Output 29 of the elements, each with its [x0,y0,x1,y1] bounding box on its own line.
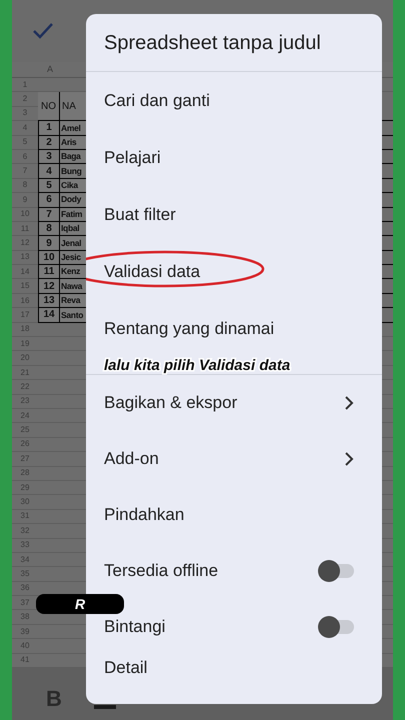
table-cell: 13 [38,294,60,308]
redaction-letter: R [74,594,86,614]
table-cell: 5 [38,178,60,192]
menu-item[interactable]: Bagikan & ekspor [86,375,382,431]
table-cell: 7 [38,208,60,221]
menu-item[interactable]: Add-on [86,431,382,487]
menu-title: Spreadsheet tanpa judul [104,30,321,56]
menu-item[interactable]: Bintangi [86,599,382,655]
menu-item[interactable]: Detail [86,655,382,679]
caption: lalu kita pilih Validasi data [104,357,290,374]
table-cell: 10 [38,250,60,264]
table-cell: 3 [38,150,60,164]
table-cell: 2 [38,136,60,149]
menu-item[interactable]: Tersedia offline [86,543,382,599]
table-cell: 8 [38,222,60,236]
check-icon[interactable] [32,22,54,40]
table-cell: 11 [38,265,60,278]
toggle-switch[interactable] [318,616,354,638]
table-cell: 1 [38,121,60,135]
table-cell: 6 [38,193,60,207]
table-cell: 14 [38,308,60,322]
table-cell: 12 [38,279,60,293]
menu-item[interactable]: Pindahkan [86,487,382,543]
chevron-right-icon [344,396,354,410]
table-cell: 4 [38,164,60,178]
toggle-switch[interactable] [318,560,354,582]
table-cell: 9 [38,236,60,250]
chevron-right-icon [344,452,354,466]
table-header-cell: NO [38,92,60,120]
